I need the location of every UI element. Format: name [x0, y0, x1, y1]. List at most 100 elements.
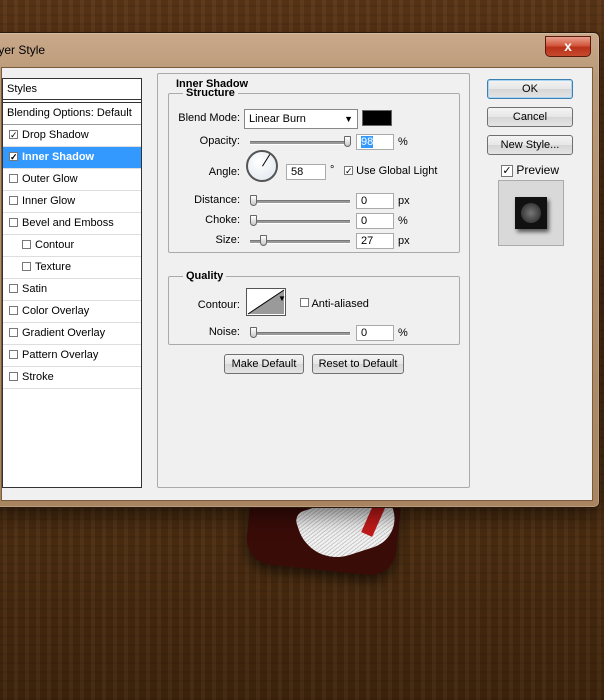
- size-label: Size:: [215, 234, 240, 246]
- angle-input[interactable]: 58: [286, 164, 326, 180]
- style-item-contour[interactable]: Contour: [3, 235, 141, 257]
- style-item-checkbox[interactable]: [9, 174, 18, 183]
- contour-label: Contour:: [197, 299, 240, 311]
- style-preview: [498, 180, 564, 246]
- global-light-checkbox[interactable]: ✓: [344, 166, 353, 176]
- choke-unit: %: [398, 215, 408, 227]
- new-style-button[interactable]: New Style...: [487, 135, 573, 155]
- structure-legend: Structure: [186, 87, 235, 99]
- distance-slider-thumb[interactable]: [250, 195, 257, 206]
- make-default-button[interactable]: Make Default: [224, 354, 304, 374]
- style-item-checkbox[interactable]: [9, 350, 18, 359]
- opacity-input[interactable]: 98: [356, 134, 394, 150]
- distance-unit: px: [398, 195, 410, 207]
- choke-input[interactable]: 0: [356, 213, 394, 229]
- style-item-inner-glow[interactable]: Inner Glow: [3, 191, 141, 213]
- title-bar[interactable]: Layer Style x: [0, 33, 599, 67]
- reset-default-button[interactable]: Reset to Default: [312, 354, 404, 374]
- style-item-label: Drop Shadow: [22, 129, 89, 141]
- style-item-satin[interactable]: Satin: [3, 279, 141, 301]
- style-item-gradient-overlay[interactable]: Gradient Overlay: [3, 323, 141, 345]
- choke-slider-track[interactable]: [250, 220, 350, 224]
- chevron-down-icon: ▼: [344, 114, 353, 124]
- angle-value: 58: [291, 166, 304, 178]
- style-item-label: Stroke: [22, 371, 54, 383]
- distance-value: 0: [361, 195, 368, 207]
- preview-row[interactable]: ✓ Preview: [501, 163, 559, 177]
- style-item-color-overlay[interactable]: Color Overlay: [3, 301, 141, 323]
- choke-label: Choke:: [205, 214, 240, 226]
- opacity-slider-track[interactable]: [250, 141, 350, 145]
- noise-label: Noise:: [208, 326, 240, 338]
- quality-legend: Quality: [186, 270, 224, 282]
- choke-value: 0: [361, 215, 368, 227]
- style-item-checkbox[interactable]: [9, 218, 18, 227]
- style-item-outer-glow[interactable]: Outer Glow: [3, 169, 141, 191]
- style-item-checkbox[interactable]: ✓: [9, 152, 18, 162]
- style-item-checkbox[interactable]: ✓: [9, 130, 18, 140]
- noise-slider-thumb[interactable]: [250, 327, 257, 338]
- angle-label: Angle:: [208, 166, 240, 178]
- opacity-value: 98: [361, 136, 374, 148]
- choke-slider-thumb[interactable]: [250, 215, 257, 226]
- opacity-label: Opacity:: [199, 135, 240, 147]
- global-light-row[interactable]: ✓ Use Global Light: [344, 165, 437, 177]
- style-item-checkbox[interactable]: [22, 262, 31, 271]
- style-item-label: Gradient Overlay: [22, 327, 106, 339]
- contour-chevron-down-icon[interactable]: ▼: [278, 294, 286, 303]
- preview-checkbox[interactable]: ✓: [501, 165, 513, 177]
- distance-slider-track[interactable]: [250, 200, 350, 204]
- size-unit: px: [398, 235, 410, 247]
- layer-style-dialog: Layer Style x Styles Blending Options: D…: [0, 32, 600, 508]
- angle-dial[interactable]: [246, 150, 278, 182]
- close-button[interactable]: x: [545, 36, 591, 57]
- window-title: Layer Style: [0, 43, 46, 57]
- preview-thumbnail: [515, 197, 547, 229]
- style-item-pattern-overlay[interactable]: Pattern Overlay: [3, 345, 141, 367]
- blend-mode-label: Blend Mode:: [178, 112, 240, 124]
- style-item-checkbox[interactable]: [22, 240, 31, 249]
- blend-mode-value: Linear Burn: [249, 113, 306, 125]
- style-item-label: Inner Glow: [22, 195, 76, 207]
- size-slider-thumb[interactable]: [260, 235, 268, 246]
- style-item-label: Pattern Overlay: [22, 349, 99, 361]
- style-item-checkbox[interactable]: [9, 328, 18, 337]
- ok-button[interactable]: OK: [487, 79, 573, 99]
- opacity-unit: %: [398, 136, 408, 148]
- style-item-label: Inner Shadow: [22, 151, 95, 163]
- styles-list: Styles Blending Options: Default ✓ Drop S…: [2, 78, 142, 488]
- style-item-stroke[interactable]: Stroke: [3, 367, 141, 389]
- style-item-texture[interactable]: Texture: [3, 257, 141, 279]
- style-item-label: Color Overlay: [22, 305, 90, 317]
- style-item-checkbox[interactable]: [9, 196, 18, 205]
- blending-options[interactable]: Blending Options: Default: [3, 102, 141, 125]
- size-input[interactable]: 27: [356, 233, 394, 249]
- size-value: 27: [361, 235, 374, 247]
- preview-label: Preview: [516, 163, 560, 177]
- opacity-slider-thumb[interactable]: [344, 136, 352, 147]
- distance-input[interactable]: 0: [356, 193, 394, 209]
- angle-dial-needle: [262, 154, 271, 167]
- style-item-checkbox[interactable]: [9, 284, 18, 293]
- style-items: ✓ Drop Shadow ✓ Inner Shadow Outer Glow Inner…: [3, 125, 141, 389]
- style-item-checkbox[interactable]: [9, 372, 18, 381]
- style-item-bevel-and-emboss[interactable]: Bevel and Emboss: [3, 213, 141, 235]
- angle-unit: °: [330, 164, 335, 176]
- noise-slider-track[interactable]: [250, 332, 350, 336]
- dialog-client: Styles Blending Options: Default ✓ Drop S…: [1, 67, 593, 501]
- noise-value: 0: [361, 327, 368, 339]
- anti-aliased-row[interactable]: Anti-aliased: [300, 298, 369, 310]
- style-item-label: Outer Glow: [22, 173, 78, 185]
- cancel-button[interactable]: Cancel: [487, 107, 573, 127]
- noise-input[interactable]: 0: [356, 325, 394, 341]
- blend-mode-select[interactable]: Linear Burn ▼: [244, 109, 358, 129]
- styles-header[interactable]: Styles: [3, 79, 141, 100]
- shadow-color-swatch[interactable]: [362, 110, 392, 126]
- style-item-inner-shadow[interactable]: ✓ Inner Shadow: [3, 147, 141, 169]
- style-item-drop-shadow[interactable]: ✓ Drop Shadow: [3, 125, 141, 147]
- style-item-checkbox[interactable]: [9, 306, 18, 315]
- style-item-label: Satin: [22, 283, 48, 295]
- anti-aliased-checkbox[interactable]: [300, 298, 309, 307]
- anti-aliased-label: Anti-aliased: [311, 298, 369, 310]
- style-item-label: Bevel and Emboss: [22, 217, 114, 229]
